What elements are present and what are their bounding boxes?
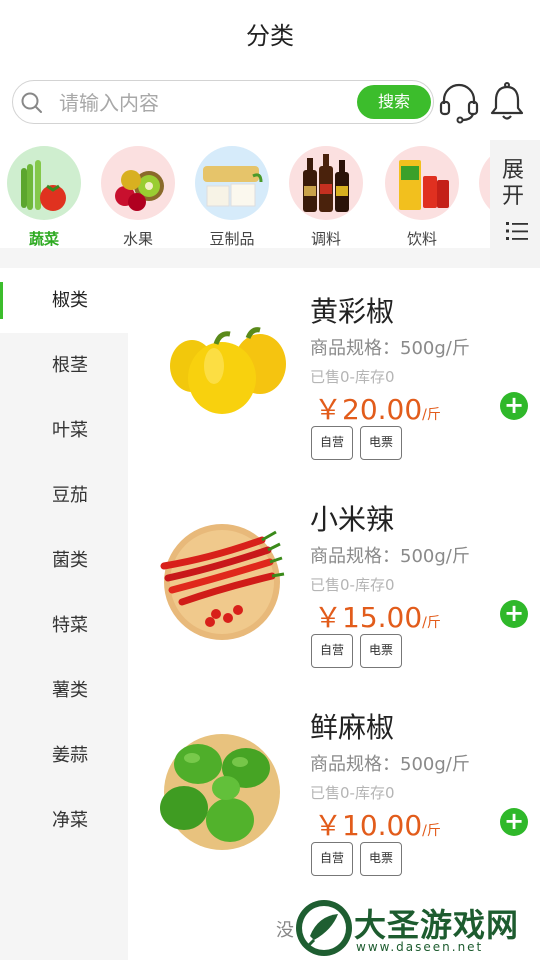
category-item-tofu[interactable]: 豆制品 <box>192 146 272 248</box>
headset-icon[interactable] <box>438 80 480 124</box>
category-item-vegetables[interactable]: 蔬菜 <box>4 146 84 248</box>
sidebar-item-beans[interactable]: 豆茄 <box>0 463 128 528</box>
category-item-drinks[interactable]: 饮料 <box>382 146 462 248</box>
expand-button[interactable]: 展 开 <box>490 140 540 268</box>
product-price: ￥15.00/斤 <box>314 601 441 634</box>
tag-e-invoice: 电票 <box>360 426 402 460</box>
tag-self-operated: 自营 <box>311 634 353 668</box>
tag-self-operated: 自营 <box>311 842 353 876</box>
add-to-cart-button[interactable]: + <box>500 392 528 420</box>
bell-icon[interactable] <box>486 80 528 124</box>
category-label: 豆制品 <box>209 230 255 248</box>
product-price: ￥20.00/斤 <box>314 393 441 426</box>
search-input[interactable] <box>59 87 359 119</box>
drinks-image <box>385 146 459 220</box>
sidebar-item-specialty[interactable]: 特菜 <box>0 593 128 658</box>
add-to-cart-button[interactable]: + <box>500 600 528 628</box>
product-stock: 已售0-库存0 <box>310 784 395 802</box>
product-spec: 商品规格：500g/斤 <box>310 546 470 567</box>
watermark-logo-icon <box>296 900 352 956</box>
add-to-cart-button[interactable]: + <box>500 808 528 836</box>
sidebar-item-ginger-garlic[interactable]: 姜蒜 <box>0 723 128 788</box>
sidebar-item-peppers[interactable]: 椒类 <box>0 268 128 333</box>
product-card[interactable]: 鲜麻椒 商品规格：500g/斤 已售0-库存0 ￥10.00/斤 自营 电票 + <box>128 692 540 892</box>
category-label: 水果 <box>122 230 153 248</box>
sidebar-item-roots[interactable]: 根茎 <box>0 333 128 398</box>
category-label: 饮料 <box>406 230 437 248</box>
vegetables-image <box>7 146 81 220</box>
category-item-seasoning[interactable]: 调料 <box>286 146 366 248</box>
search-bar[interactable]: 搜索 <box>12 80 434 124</box>
top-bar: 分类 <box>0 0 540 62</box>
product-list: 黄彩椒 商品规格：500g/斤 已售0-库存0 ￥20.00/斤 自营 电票 +… <box>128 268 540 960</box>
page-title: 分类 <box>246 22 294 50</box>
product-price: ￥10.00/斤 <box>314 809 441 842</box>
sidebar-item-tubers[interactable]: 薯类 <box>0 658 128 723</box>
product-card[interactable]: 黄彩椒 商品规格：500g/斤 已售0-库存0 ￥20.00/斤 自营 电票 + <box>128 276 540 476</box>
category-strip: 蔬菜 水果 豆制品 调料 饮料 <box>0 140 490 248</box>
sidebar-item-leafy[interactable]: 叶菜 <box>0 398 128 463</box>
tag-e-invoice: 电票 <box>360 634 402 668</box>
tofu-image <box>195 146 269 220</box>
list-icon <box>506 222 528 240</box>
category-item-fruit[interactable]: 水果 <box>98 146 178 248</box>
tag-e-invoice: 电票 <box>360 842 402 876</box>
product-name: 鲜麻椒 <box>310 711 395 744</box>
subcategory-sidebar: 椒类 根茎 叶菜 豆茄 菌类 特菜 薯类 姜蒜 净菜 <box>0 268 128 960</box>
category-label: 蔬菜 <box>28 230 59 248</box>
product-card[interactable]: 小米辣 商品规格：500g/斤 已售0-库存0 ￥15.00/斤 自营 电票 + <box>128 484 540 684</box>
category-label: 调料 <box>310 230 341 248</box>
product-spec: 商品规格：500g/斤 <box>310 338 470 359</box>
product-name: 黄彩椒 <box>310 295 395 328</box>
sidebar-item-prepared[interactable]: 净菜 <box>0 788 128 853</box>
product-image <box>160 524 285 640</box>
product-image <box>170 327 286 414</box>
watermark-url: www.daseen.net <box>356 940 484 954</box>
search-button[interactable]: 搜索 <box>357 85 431 119</box>
tag-self-operated: 自营 <box>311 426 353 460</box>
seasoning-image <box>289 146 363 220</box>
product-stock: 已售0-库存0 <box>310 576 395 594</box>
divider <box>0 248 490 268</box>
sidebar-item-mushrooms[interactable]: 菌类 <box>0 528 128 593</box>
expand-label: 展 开 <box>502 158 525 209</box>
fruit-image <box>101 146 175 220</box>
category-item-partial[interactable] <box>476 146 490 220</box>
search-icon <box>21 92 42 113</box>
product-spec: 商品规格：500g/斤 <box>310 754 470 775</box>
product-image <box>160 734 280 850</box>
product-name: 小米辣 <box>310 503 395 536</box>
watermark: 大圣游戏网 www.daseen.net <box>292 898 540 960</box>
product-stock: 已售0-库存0 <box>310 368 395 386</box>
category-image <box>479 146 490 220</box>
